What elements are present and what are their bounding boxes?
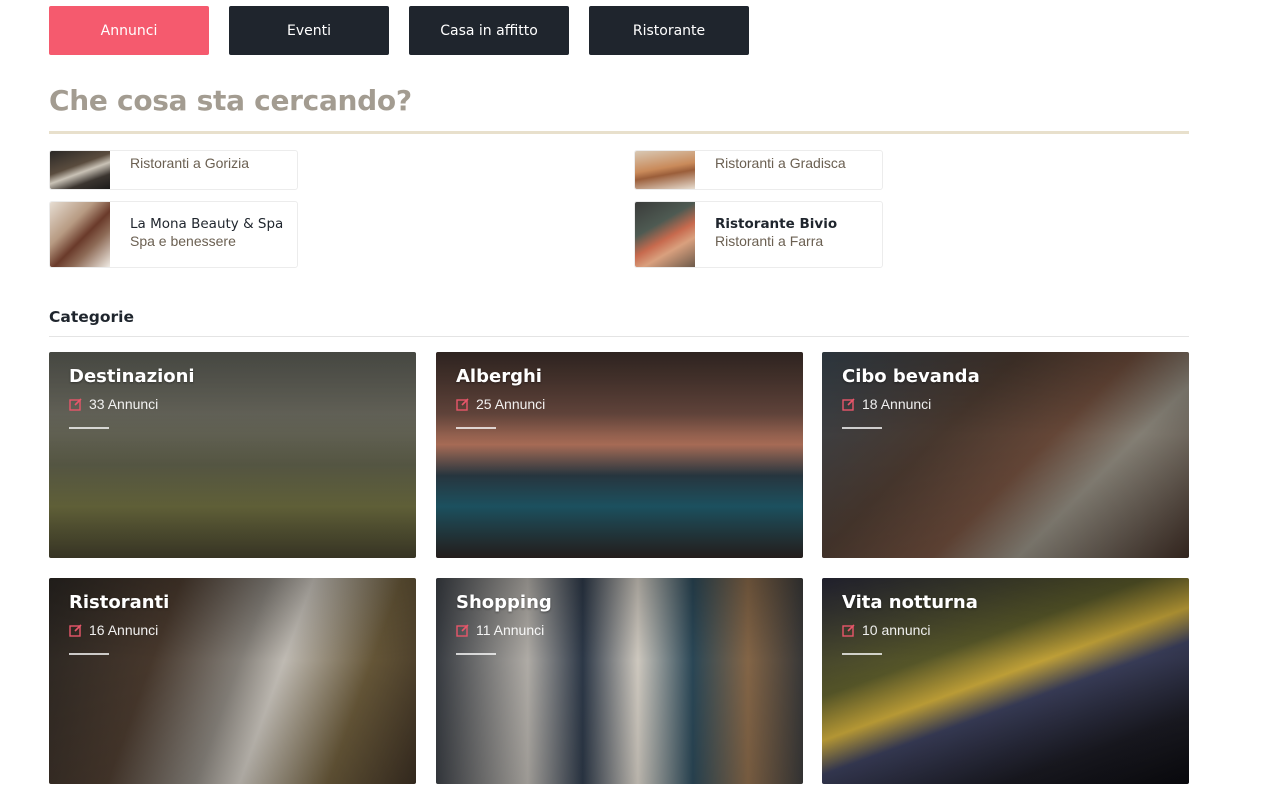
category-underline: [69, 427, 109, 429]
search-underline: [49, 131, 1189, 134]
category-count-text: 16 Annunci: [89, 622, 159, 638]
result-item-gradisca[interactable]: Ristoranti a Gradisca: [634, 150, 883, 190]
category-underline: [456, 653, 496, 655]
tab-annunci[interactable]: Annunci: [49, 6, 209, 55]
category-count-text: 33 Annunci: [89, 396, 159, 412]
edit-icon: [456, 398, 469, 411]
category-title: Vita notturna: [842, 592, 978, 613]
category-count-text: 10 annunci: [862, 622, 931, 638]
category-title: Alberghi: [456, 366, 542, 387]
result-name: Ristorante Bivio: [715, 216, 838, 232]
result-thumbnail: [635, 202, 695, 267]
category-count: 18 Annunci: [842, 396, 931, 412]
category-count: 25 Annunci: [456, 396, 545, 412]
category-card-alberghi[interactable]: Alberghi 25 Annunci: [436, 352, 803, 558]
category-card-cibo-bevanda[interactable]: Cibo bevanda 18 Annunci: [822, 352, 1189, 558]
edit-icon: [842, 398, 855, 411]
category-card-shopping[interactable]: Shopping 11 Annunci: [436, 578, 803, 784]
edit-icon: [69, 398, 82, 411]
category-card-destinazioni[interactable]: Destinazioni 33 Annunci: [49, 352, 416, 558]
search-heading: Che cosa sta cercando?: [49, 84, 412, 117]
tab-casa-in-affitto[interactable]: Casa in affitto: [409, 6, 569, 55]
result-subtitle: Ristoranti a Farra: [715, 233, 824, 249]
category-underline: [69, 653, 109, 655]
category-card-vita-notturna[interactable]: Vita notturna 10 annunci: [822, 578, 1189, 784]
category-count-text: 18 Annunci: [862, 396, 932, 412]
listing-type-tabs: Annunci Eventi Casa in affitto Ristorant…: [49, 6, 749, 55]
categories-divider: [49, 336, 1189, 337]
category-card-ristoranti[interactable]: Ristoranti 16 Annunci: [49, 578, 416, 784]
edit-icon: [842, 624, 855, 637]
category-underline: [842, 653, 882, 655]
edit-icon: [69, 624, 82, 637]
category-count: 33 Annunci: [69, 396, 158, 412]
category-count-text: 25 Annunci: [476, 396, 546, 412]
edit-icon: [456, 624, 469, 637]
category-count: 10 annunci: [842, 622, 931, 638]
result-item-gorizia[interactable]: Ristoranti a Gorizia: [49, 150, 298, 190]
result-subtitle: Spa e benessere: [130, 233, 236, 249]
category-count-text: 11 Annunci: [476, 622, 545, 638]
categories-heading: Categorie: [49, 308, 134, 326]
category-title: Ristoranti: [69, 592, 170, 613]
tab-eventi[interactable]: Eventi: [229, 6, 389, 55]
result-thumbnail: [635, 151, 695, 189]
category-underline: [456, 427, 496, 429]
category-count: 11 Annunci: [456, 622, 544, 638]
category-title: Shopping: [456, 592, 552, 613]
category-title: Cibo bevanda: [842, 366, 980, 387]
category-count: 16 Annunci: [69, 622, 158, 638]
category-underline: [842, 427, 882, 429]
tab-ristorante[interactable]: Ristorante: [589, 6, 749, 55]
result-item-la-mona-beauty-spa[interactable]: La Mona Beauty & Spa Spa e benessere: [49, 201, 298, 268]
result-thumbnail: [50, 202, 110, 267]
result-item-ristorante-bivio[interactable]: Ristorante Bivio Ristoranti a Farra: [634, 201, 883, 268]
result-thumbnail: [50, 151, 110, 189]
result-subtitle: Ristoranti a Gradisca: [715, 155, 846, 171]
result-name: La Mona Beauty & Spa: [130, 216, 284, 232]
category-title: Destinazioni: [69, 366, 195, 387]
result-subtitle: Ristoranti a Gorizia: [130, 155, 250, 171]
